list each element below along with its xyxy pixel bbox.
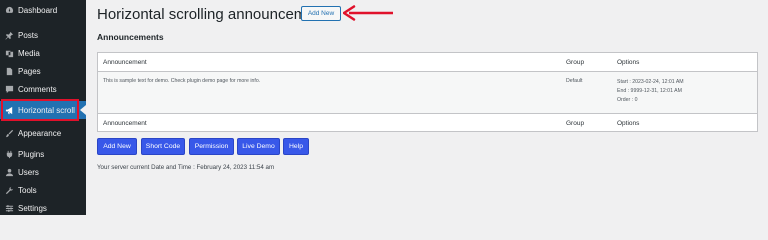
page-icon [4, 66, 14, 76]
admin-sidebar: Dashboard Posts Media Pages Comments Hor… [0, 0, 86, 215]
sidebar-item-label: Plugins [18, 149, 45, 159]
column-footer-announcement: Announcement [103, 120, 147, 127]
annotation-arrow-icon [343, 5, 393, 21]
sidebar-item-pages[interactable]: Pages [0, 62, 86, 80]
dashboard-icon [4, 5, 14, 15]
sidebar-item-horizontal-scroll[interactable]: Horizontal scroll [0, 101, 86, 119]
table-header: Announcement Group Options [98, 53, 757, 72]
announcement-text: This is sample text for demo. Check plug… [103, 78, 261, 84]
sidebar-item-appearance[interactable]: Appearance [0, 124, 86, 142]
column-header-group: Group [566, 59, 585, 66]
sidebar-item-label: Posts [18, 30, 39, 40]
sidebar-item-settings[interactable]: Settings [0, 199, 86, 217]
option-order: Order : 0 [617, 97, 638, 103]
sidebar-item-label: Settings [18, 203, 47, 213]
column-footer-options: Options [617, 120, 640, 127]
announcements-table: Announcement Group Options This is sampl… [97, 52, 758, 132]
comment-icon [4, 84, 14, 94]
brush-icon [4, 128, 14, 138]
sidebar-item-label: Comments [18, 84, 57, 94]
group-value: Default [566, 78, 583, 84]
server-time-text: Your server current Date and Time : Febr… [97, 164, 275, 171]
user-icon [4, 167, 14, 177]
column-footer-group: Group [566, 120, 585, 127]
sidebar-item-comments[interactable]: Comments [0, 80, 86, 98]
help-button[interactable]: Help [283, 138, 309, 155]
settings-icon [4, 203, 14, 213]
live-demo-button[interactable]: Live Demo [237, 138, 280, 155]
sidebar-item-label: Tools [18, 185, 37, 195]
page-title: Horizontal scrolling announcements [97, 6, 335, 23]
sidebar-item-users[interactable]: Users [0, 163, 86, 181]
short-code-button[interactable]: Short Code [141, 138, 185, 155]
megaphone-icon [4, 105, 14, 115]
wrench-icon [4, 185, 14, 195]
add-new-button[interactable]: Add New [301, 6, 341, 21]
section-title: Announcements [97, 32, 164, 42]
sidebar-item-label: Appearance [18, 128, 62, 138]
sidebar-item-media[interactable]: Media [0, 44, 86, 62]
column-header-options: Options [617, 59, 640, 66]
sidebar-item-posts[interactable]: Posts [0, 26, 86, 44]
sidebar-item-label: Users [18, 167, 39, 177]
app-root: Dashboard Posts Media Pages Comments Hor… [0, 0, 768, 215]
table-footer: Announcement Group Options [98, 113, 757, 132]
sidebar-item-dashboard[interactable]: Dashboard [0, 1, 86, 19]
table-row: This is sample text for demo. Check plug… [98, 72, 757, 113]
sidebar-item-label: Dashboard [18, 5, 58, 15]
column-header-announcement: Announcement [103, 59, 147, 66]
media-icon [4, 48, 14, 58]
active-menu-notch [80, 105, 86, 115]
option-start: Start : 2023-02-24, 12:01 AM [617, 79, 684, 85]
sidebar-item-tools[interactable]: Tools [0, 181, 86, 199]
permission-button[interactable]: Permission [189, 138, 234, 155]
sidebar-item-label: Media [18, 48, 40, 58]
plug-icon [4, 149, 14, 159]
sidebar-item-label: Pages [18, 66, 41, 76]
add-new-bottom-button[interactable]: Add New [97, 138, 137, 155]
option-end: End : 9999-12-31, 12:01 AM [617, 88, 682, 94]
options-value: Start : 2023-02-24, 12:01 AM End : 9999-… [617, 78, 684, 105]
sidebar-item-plugins[interactable]: Plugins [0, 145, 86, 163]
sidebar-item-label: Horizontal scroll [18, 105, 75, 115]
pin-icon [4, 30, 14, 40]
